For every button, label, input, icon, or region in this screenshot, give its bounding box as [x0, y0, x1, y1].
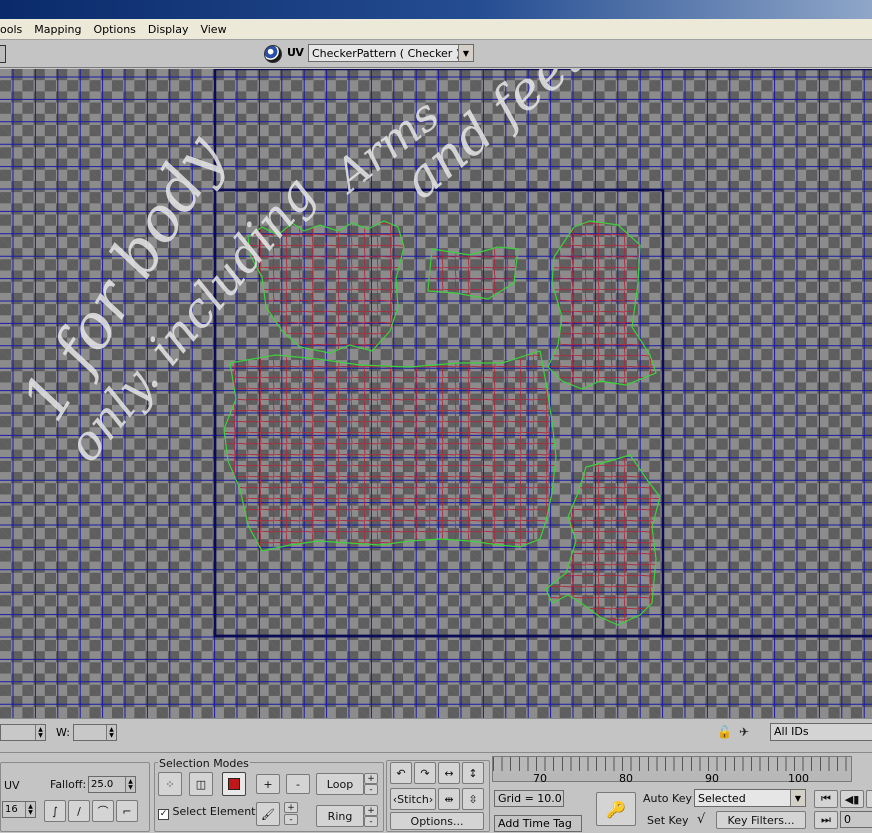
- texture-dropdown-value: CheckerPattern ( Checker ): [312, 46, 458, 60]
- edge-mode-button[interactable]: ◫: [189, 772, 213, 796]
- falloff-value: 25.0: [89, 777, 125, 792]
- uv-tile-border-outer: [213, 69, 872, 638]
- uv-viewport-canvas: 1 for body only. including Arms and feet: [0, 69, 872, 718]
- stitch-label: Stitch: [397, 792, 429, 806]
- select-element-label: Select Element: [172, 805, 256, 818]
- toolbar-edge: [0, 45, 6, 63]
- mirror-vertical-button[interactable]: ↕: [462, 762, 484, 784]
- w-value-spinner[interactable]: ▲ ▼: [73, 724, 117, 741]
- falloff-linear-button[interactable]: /: [68, 800, 90, 822]
- rotate-ccw-button[interactable]: ↶: [390, 762, 412, 784]
- ids-dropdown[interactable]: All IDs: [770, 723, 872, 741]
- key-mode-toggle-icon[interactable]: ⏭: [814, 811, 838, 829]
- paint-grow-button[interactable]: +: [284, 802, 298, 813]
- spinner-arrows-icon[interactable]: ▲ ▼: [35, 725, 45, 740]
- uv-label: UV: [4, 779, 20, 792]
- face-mode-button[interactable]: [222, 772, 246, 796]
- curve-icon[interactable]: √: [697, 812, 705, 827]
- stitch-options-button[interactable]: Options...: [390, 812, 484, 830]
- uv-channel-label[interactable]: UV: [287, 46, 304, 59]
- spinner-arrows-icon[interactable]: ▲ ▼: [106, 725, 116, 740]
- key-mode-dropdown[interactable]: Selected ▼: [694, 789, 806, 807]
- align-vertical-button[interactable]: ⇳: [462, 788, 484, 810]
- menu-bar: ools Mapping Options Display View: [0, 19, 872, 40]
- menu-mapping[interactable]: Mapping: [28, 23, 87, 36]
- rotate-cw-button[interactable]: ↷: [414, 762, 436, 784]
- uv-shell-head[interactable]: [427, 246, 519, 300]
- texture-dropdown[interactable]: CheckerPattern ( Checker ) ▼: [308, 44, 474, 62]
- uv-shells[interactable]: [223, 220, 661, 626]
- set-key-icon[interactable]: 🔑: [596, 792, 636, 826]
- loop-shrink-button[interactable]: -: [364, 784, 378, 795]
- select-element-checkbox-wrap[interactable]: ✓ Select Element: [158, 805, 255, 820]
- auto-key-button[interactable]: Auto Key: [643, 792, 692, 805]
- paint-shrink-button[interactable]: -: [284, 814, 298, 825]
- timeline-tick-90: 90: [705, 772, 719, 785]
- menu-tools[interactable]: ools: [0, 23, 28, 36]
- menu-options[interactable]: Options: [87, 23, 141, 36]
- paint-select-icon[interactable]: 🖌: [256, 802, 280, 826]
- ring-grow-button[interactable]: +: [364, 805, 378, 816]
- falloff-label: Falloff:: [50, 778, 87, 791]
- checker-map-icon[interactable]: [264, 45, 282, 63]
- key-filters-button[interactable]: Key Filters...: [716, 811, 806, 829]
- falloff-slow-out-button[interactable]: ⌒: [92, 800, 114, 822]
- w-label: W:: [56, 726, 70, 739]
- menu-view[interactable]: View: [194, 23, 232, 36]
- paper-plane-icon[interactable]: ✈: [739, 725, 749, 739]
- go-to-start-icon[interactable]: ⏮: [814, 790, 838, 808]
- u-value-spinner[interactable]: ▲ ▼: [0, 724, 46, 741]
- u-value: [1, 725, 35, 740]
- vertex-mode-button[interactable]: ⁘: [158, 772, 182, 796]
- falloff-fast-out-button[interactable]: ⌐: [116, 800, 138, 822]
- face-icon: [228, 778, 240, 790]
- timeline-tick-100: 100: [788, 772, 809, 785]
- size-value: 16: [3, 802, 25, 817]
- spinner-arrows-icon[interactable]: ▲ ▼: [25, 802, 35, 817]
- chevron-down-icon[interactable]: ▼: [458, 45, 473, 61]
- timeline-ticks: [493, 757, 851, 771]
- previous-frame-icon[interactable]: ◀▮: [840, 790, 864, 808]
- align-horizontal-button[interactable]: ⇹: [438, 788, 460, 810]
- ring-shrink-button[interactable]: -: [364, 816, 378, 827]
- select-element-checkbox[interactable]: ✓: [158, 809, 169, 820]
- current-frame-field[interactable]: 0: [840, 811, 872, 828]
- falloff-spinner[interactable]: 25.0 ▲ ▼: [88, 776, 136, 793]
- uv-viewport[interactable]: 1 for body only. including Arms and feet: [0, 69, 872, 718]
- timeline-track[interactable]: 70 80 90 100: [492, 756, 852, 785]
- shrink-selection-button[interactable]: -: [286, 774, 310, 794]
- stitch-button[interactable]: ‹ Stitch ›: [390, 788, 436, 810]
- grid-size-field[interactable]: Grid = 10.0: [494, 790, 564, 807]
- ring-button[interactable]: Ring: [316, 805, 364, 827]
- falloff-smooth-button[interactable]: ∫: [44, 800, 66, 822]
- grow-selection-button[interactable]: +: [256, 774, 280, 794]
- loop-grow-button[interactable]: +: [364, 773, 378, 784]
- lock-icon[interactable]: 🔓: [717, 725, 732, 739]
- timeline-tick-80: 80: [619, 772, 633, 785]
- set-key-button[interactable]: Set Key: [647, 814, 689, 827]
- add-time-tag-button[interactable]: Add Time Tag: [494, 815, 582, 832]
- selection-modes-title: Selection Modes: [158, 757, 250, 770]
- w-value: [74, 725, 106, 740]
- key-mode-value: Selected: [698, 791, 746, 805]
- timeline-tick-70: 70: [533, 772, 547, 785]
- spinner-arrows-icon[interactable]: ▲ ▼: [125, 777, 135, 792]
- play-icon[interactable]: [866, 790, 872, 808]
- chevron-down-icon[interactable]: ▼: [790, 790, 805, 806]
- loop-button[interactable]: Loop: [316, 773, 364, 795]
- menu-display[interactable]: Display: [142, 23, 195, 36]
- title-bar: [0, 0, 872, 19]
- size-spinner[interactable]: 16 ▲ ▼: [2, 801, 36, 818]
- mirror-horizontal-button[interactable]: ↔: [438, 762, 460, 784]
- uv-shell-body-main[interactable]: [223, 350, 557, 552]
